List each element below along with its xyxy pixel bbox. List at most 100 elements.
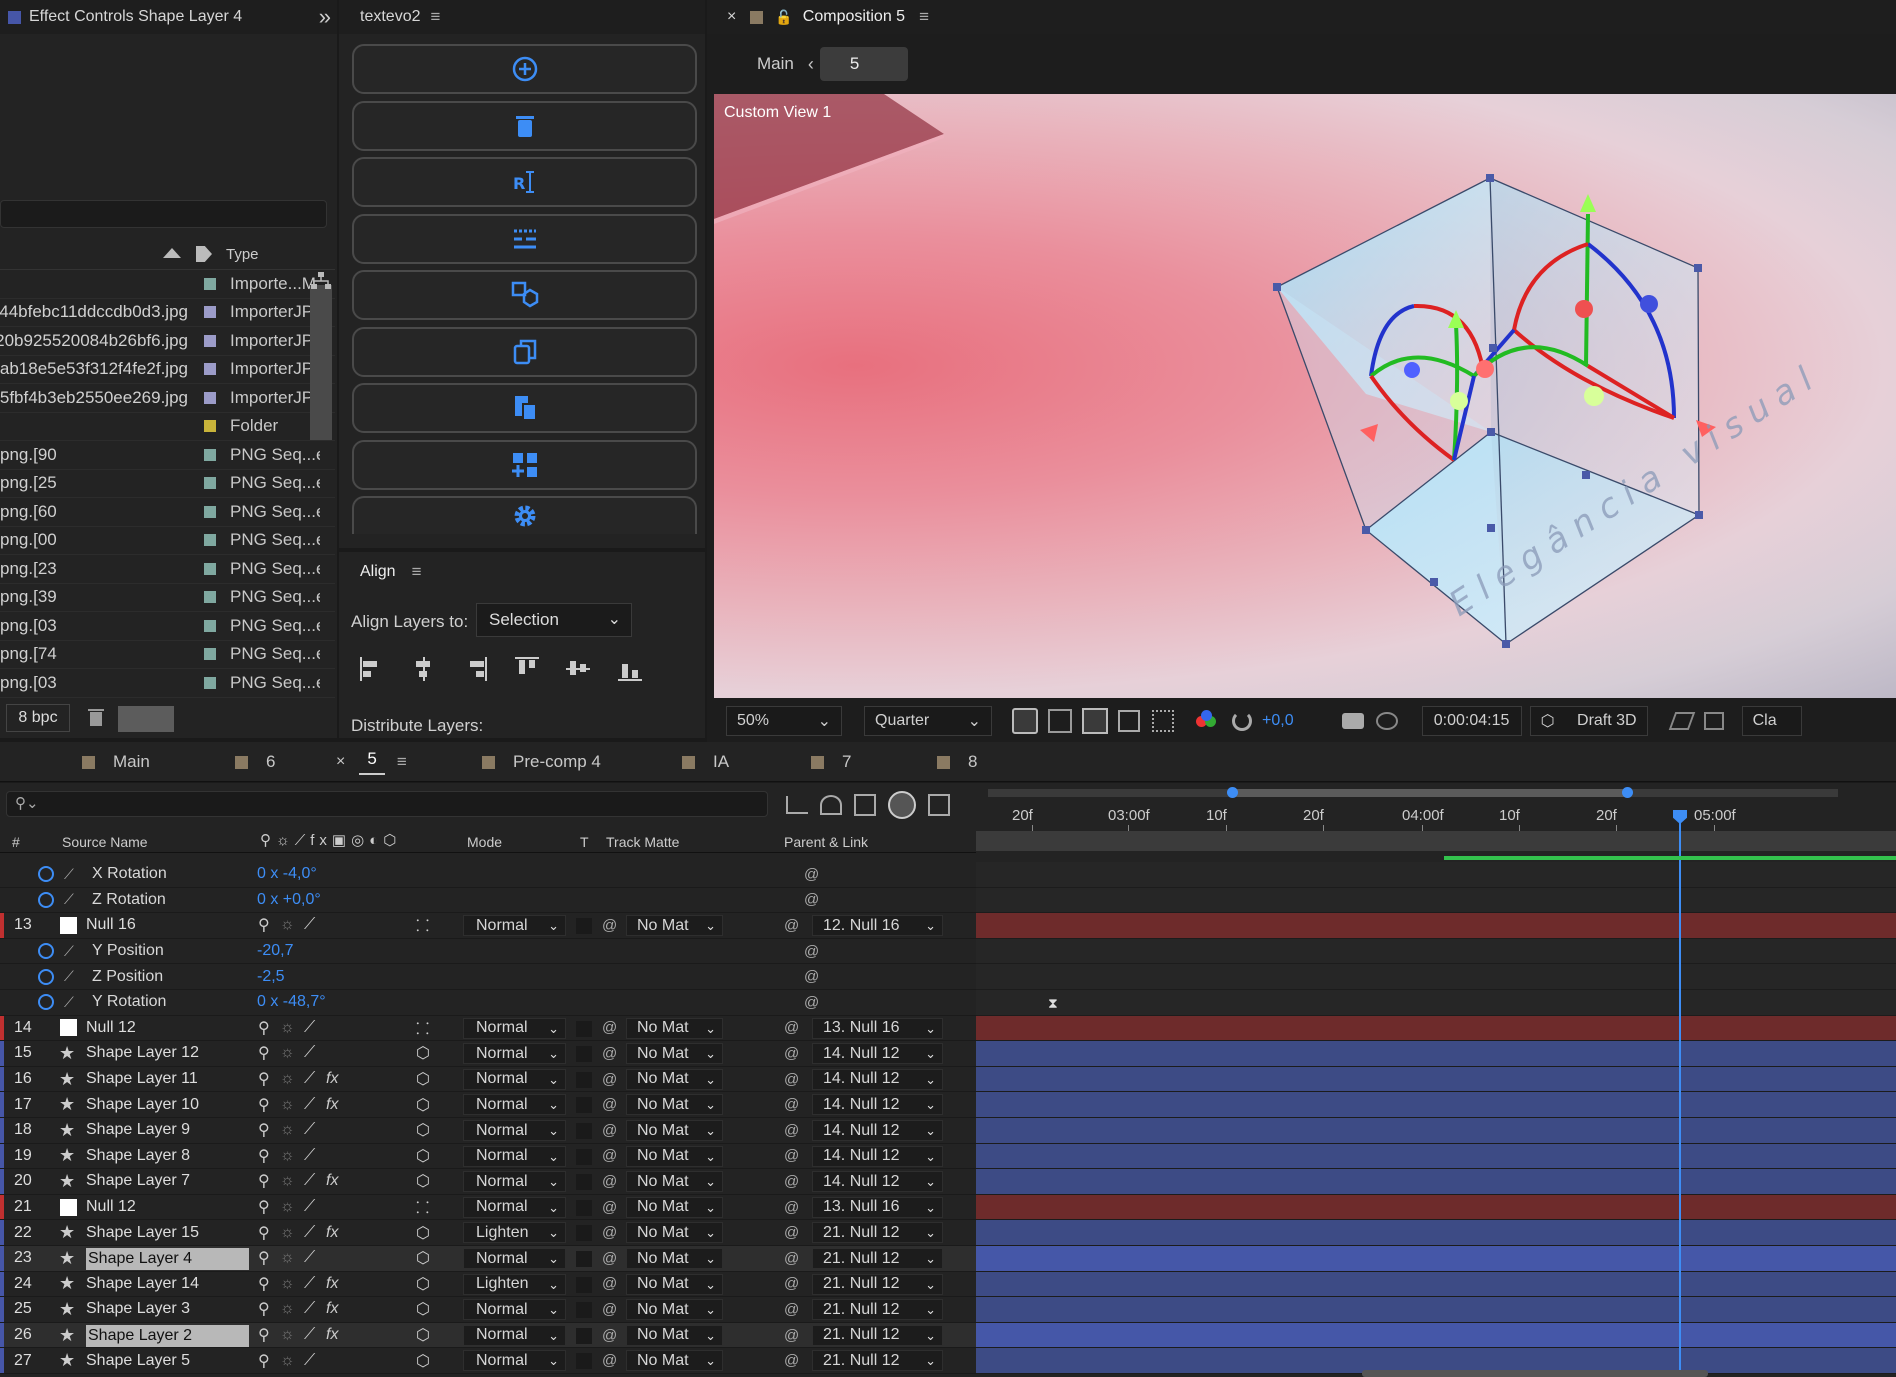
tab-main[interactable]: Main [82, 742, 150, 782]
graph-icon[interactable]: ⟋ [64, 990, 74, 1015]
preserve-transparency-toggle[interactable] [576, 1071, 592, 1088]
parent-select[interactable]: 14. Null 12 ⌄ [812, 1145, 943, 1167]
3d-layer-icon[interactable]: ⬡ [416, 1220, 430, 1245]
layer-bar[interactable] [976, 1322, 1896, 1349]
layer-bar[interactable] [976, 1194, 1896, 1221]
tab-7[interactable]: 7 [811, 742, 851, 782]
collapse-switch-icon[interactable]: ☼ [280, 1016, 295, 1041]
graph-icon[interactable]: ⟋ [64, 888, 74, 913]
3d-layer-icon[interactable]: ⬡ [416, 1246, 430, 1271]
mode-select[interactable]: Normal ⌄ [463, 915, 566, 937]
matte-pickwhip-icon[interactable]: @ [602, 1016, 617, 1041]
trash-button[interactable] [352, 100, 697, 151]
stopwatch-icon[interactable] [38, 964, 54, 989]
3d-layer-icon[interactable]: ⸬ [416, 1195, 429, 1220]
collapse-switch-icon[interactable]: ☼ [280, 1195, 295, 1220]
label-color[interactable] [0, 1066, 4, 1092]
layer-name[interactable]: Shape Layer 9 [86, 1118, 190, 1143]
layer-row[interactable]: 20 ★ Shape Layer 7 ⚲ ☼ ⟋ fx ⬡ Normal ⌄ @ No Mat ⌄ @14… [0, 1169, 976, 1195]
bpc-button[interactable]: 8 bpc [6, 704, 70, 732]
tab-5[interactable]: × 5 ≡ [336, 742, 407, 782]
property-value[interactable]: 0 x -4,0° [257, 862, 317, 887]
tab-ia[interactable]: IA [682, 742, 729, 782]
label-color[interactable] [0, 1271, 4, 1297]
parent-select[interactable]: 14. Null 12 ⌄ [812, 1068, 943, 1090]
mode-select[interactable]: Normal ⌄ [463, 1068, 566, 1090]
property-row[interactable]: ⟋ X Rotation 0 x -4,0° @ [0, 862, 976, 888]
shy-switch-icon[interactable]: ⚲ [258, 1067, 270, 1092]
project-item[interactable]: 90].png PNG Seq...e [0, 441, 335, 470]
quality-switch-icon[interactable]: ⟋ [304, 913, 315, 938]
layer-row[interactable]: 14 Null 12 ⚲ ☼ ⟋ ⸬ Normal ⌄ @ No Mat ⌄ @13. Null 16… [0, 1015, 976, 1042]
label-swatch[interactable] [204, 505, 216, 518]
parent-pickwhip-icon[interactable]: @ [784, 1348, 799, 1373]
parent-pickwhip-icon[interactable]: @ [784, 1144, 799, 1169]
mode-select[interactable]: Lighten ⌄ [463, 1222, 566, 1244]
fx-icon[interactable]: fx [326, 1220, 338, 1245]
label-swatch[interactable] [204, 477, 216, 490]
matte-pickwhip-icon[interactable]: @ [602, 913, 617, 938]
graph-icon[interactable]: ⟋ [64, 862, 74, 887]
preserve-transparency-toggle[interactable] [576, 1020, 592, 1037]
composition-flowchart-icon[interactable] [786, 796, 808, 814]
layer-name[interactable]: Shape Layer 3 [86, 1297, 190, 1322]
collapse-switch-icon[interactable]: ☼ [280, 1272, 295, 1297]
parent-pickwhip-icon[interactable]: @ [784, 1272, 799, 1297]
3d-layer-icon[interactable]: ⬡ [416, 1041, 430, 1066]
shy-switch-icon[interactable]: ⚲ [258, 1144, 270, 1169]
panel-menu-icon[interactable]: ≡ [919, 7, 929, 27]
label-swatch[interactable] [204, 448, 216, 461]
layer-row[interactable]: 21 Null 12 ⚲ ☼ ⟋ ⸬ Normal ⌄ @ No Mat ⌄ @13. Null 16… [0, 1194, 976, 1221]
layer-name[interactable]: Shape Layer 2 [86, 1324, 249, 1347]
parent-select[interactable]: 14. Null 12 ⌄ [812, 1043, 943, 1065]
layer-row[interactable]: 25 ★ Shape Layer 3 ⚲ ☼ ⟋ fx ⬡ Normal ⌄ @ No Mat ⌄ @21… [0, 1297, 976, 1323]
stopwatch-icon[interactable] [38, 888, 54, 913]
track-matte-select[interactable]: No Mat ⌄ [626, 1299, 723, 1321]
label-swatch[interactable] [204, 334, 216, 347]
project-search-input[interactable] [0, 200, 327, 228]
fx-icon[interactable]: fx [326, 1169, 338, 1194]
align-v-center-icon[interactable] [564, 655, 592, 683]
column-source-name[interactable]: Source Name [62, 834, 148, 850]
mode-select[interactable]: Normal ⌄ [463, 1324, 566, 1346]
layer-bar[interactable] [976, 1143, 1896, 1170]
property-value[interactable]: -20,7 [257, 939, 293, 964]
panel-menu-icon[interactable]: ≡ [430, 7, 440, 27]
collapse-switch-icon[interactable]: ☼ [280, 913, 295, 938]
preserve-transparency-toggle[interactable] [576, 1225, 592, 1242]
mode-select[interactable]: Normal ⌄ [463, 1145, 566, 1167]
layer-row[interactable]: 23 ★ Shape Layer 4 ⚲ ☼ ⟋ ⬡ Normal ⌄ @ No Mat ⌄ @21. … [0, 1246, 976, 1272]
matte-pickwhip-icon[interactable]: @ [602, 1195, 617, 1220]
time-ruler[interactable]: 20f 03:00f 10f 20f 04:00f 10f 20f 05:00f [976, 803, 1896, 833]
layer-bar[interactable] [976, 1015, 1896, 1042]
project-item[interactable]: 5fbf4b3eb2550ee269.jpg ImporterJP [0, 384, 335, 413]
label-swatch[interactable] [204, 306, 216, 319]
quality-switch-icon[interactable]: ⟋ [304, 1041, 315, 1066]
3d-layer-icon[interactable]: ⬡ [416, 1323, 430, 1348]
matte-pickwhip-icon[interactable]: @ [602, 1169, 617, 1194]
cube-duplicate-button[interactable] [352, 270, 697, 320]
quality-switch-icon[interactable]: ⟋ [304, 1195, 315, 1220]
project-item[interactable]: Folder [0, 413, 335, 441]
3d-layer-icon[interactable]: ⬡ [416, 1272, 430, 1297]
preserve-transparency-toggle[interactable] [576, 1327, 592, 1344]
close-icon[interactable]: × [336, 753, 345, 771]
layer-name[interactable]: Shape Layer 10 [86, 1092, 199, 1117]
3d-layer-icon[interactable]: ⬡ [416, 1118, 430, 1143]
label-tag-icon[interactable] [196, 246, 212, 262]
color-swatch-button[interactable] [118, 706, 174, 732]
mode-select[interactable]: Normal ⌄ [463, 1120, 566, 1141]
matte-pickwhip-icon[interactable]: @ [602, 1246, 617, 1271]
matte-pickwhip-icon[interactable]: @ [602, 1041, 617, 1066]
collapse-switch-icon[interactable]: ☼ [280, 1297, 295, 1322]
mode-select[interactable]: Normal ⌄ [463, 1017, 566, 1039]
label-swatch[interactable] [204, 363, 216, 376]
layer-row[interactable]: 18 ★ Shape Layer 9 ⚲ ☼ ⟋ ⬡ Normal ⌄ @ No Mat ⌄ @14. … [0, 1118, 976, 1144]
breadcrumb-main[interactable]: Main [757, 54, 794, 74]
layer-row[interactable]: 19 ★ Shape Layer 8 ⚲ ☼ ⟋ ⬡ Normal ⌄ @ No Mat ⌄ @14. … [0, 1143, 976, 1170]
grid-add-button[interactable] [352, 439, 697, 490]
work-area-bar[interactable] [1232, 789, 1628, 797]
parent-select[interactable]: 14. Null 12 ⌄ [812, 1171, 943, 1193]
track-matte-select[interactable]: No Mat ⌄ [626, 1043, 723, 1065]
shy-switch-icon[interactable]: ⚲ [258, 1297, 270, 1322]
